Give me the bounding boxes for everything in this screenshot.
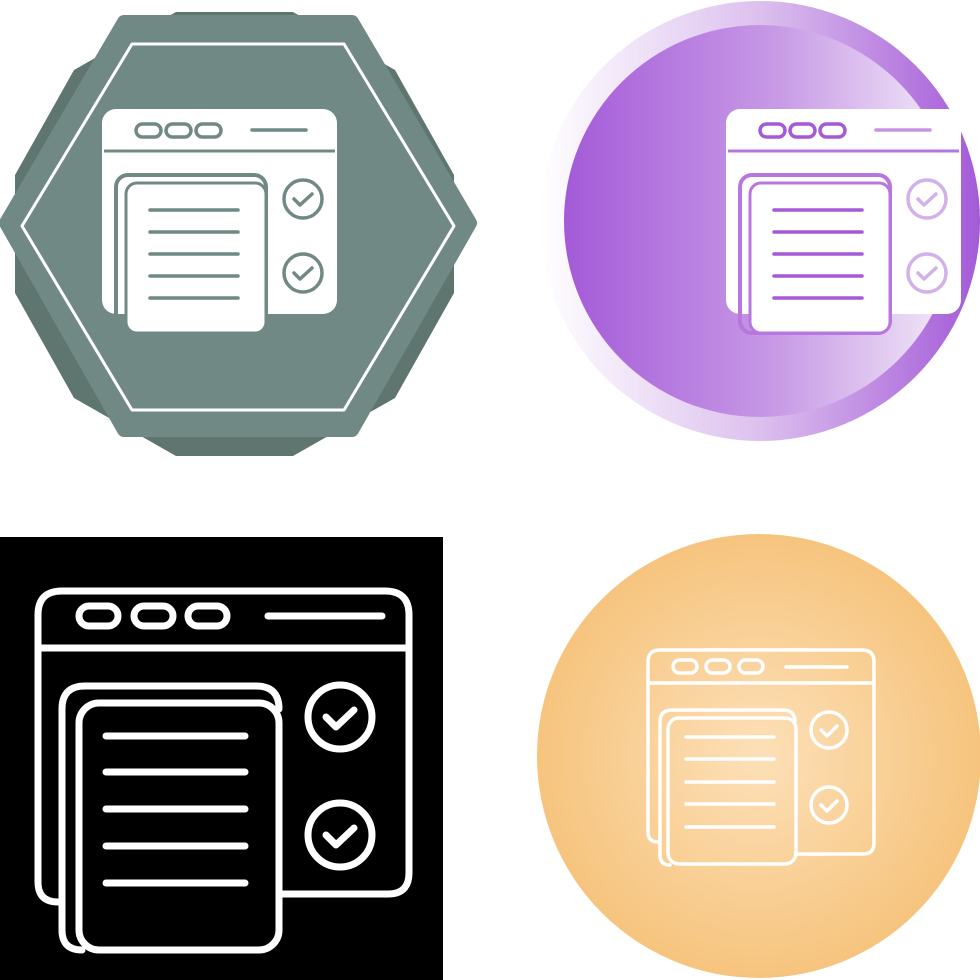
checklist-window-icon xyxy=(102,109,337,335)
checklist-window-icon xyxy=(34,587,413,954)
purple-circle-svg xyxy=(540,1,980,441)
icon-tile-gray-badge xyxy=(0,0,490,490)
gray-badge-svg xyxy=(0,12,477,456)
icon-tile-orange-circle xyxy=(490,490,980,980)
orange-disc xyxy=(537,534,980,978)
orange-circle-svg xyxy=(537,534,980,978)
black-square-svg xyxy=(34,587,413,954)
checklist-window-icon xyxy=(726,109,961,335)
icon-tile-black-square xyxy=(0,537,443,980)
icon-tile-purple-circle xyxy=(490,0,980,490)
